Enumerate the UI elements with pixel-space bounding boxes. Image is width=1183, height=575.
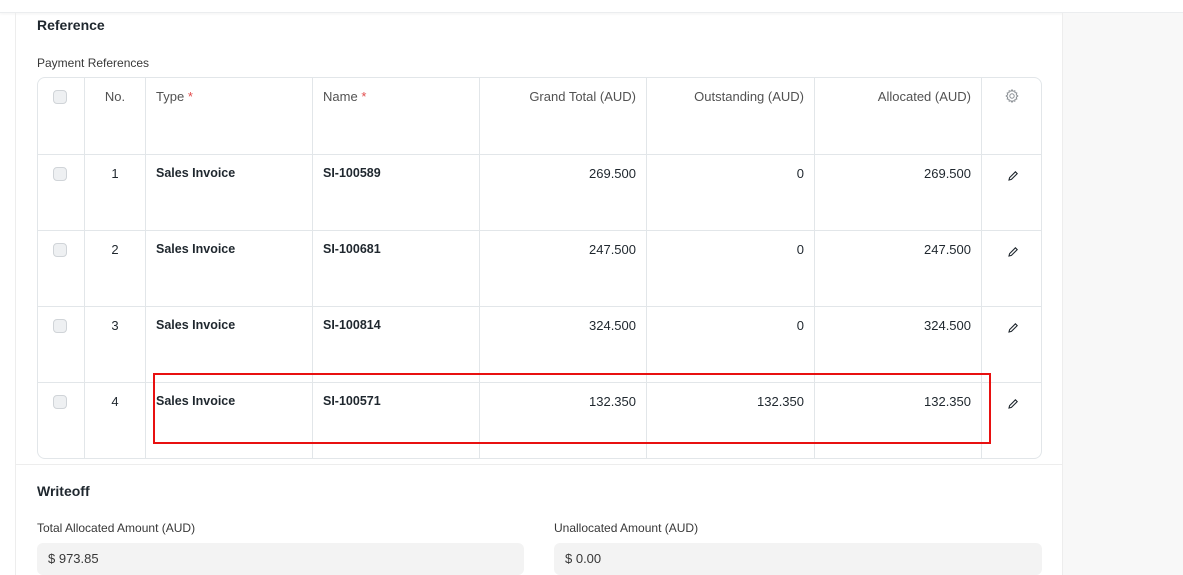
unallocated-label: Unallocated Amount (AUD) xyxy=(554,521,699,535)
row-allocated[interactable]: 132.350 xyxy=(814,383,981,458)
row-name[interactable]: SI-100571 xyxy=(312,383,479,458)
row-no: 3 xyxy=(84,307,145,382)
pencil-icon[interactable] xyxy=(1006,245,1020,259)
payment-references-label: Payment References xyxy=(37,56,150,70)
row-outstanding: 0 xyxy=(646,307,814,382)
table-row[interactable]: 3 Sales Invoice SI-100814 324.500 0 324.… xyxy=(38,306,1041,382)
pencil-icon[interactable] xyxy=(1006,169,1020,183)
row-name[interactable]: SI-100681 xyxy=(312,231,479,306)
header-outstanding: Outstanding (AUD) xyxy=(646,78,814,154)
row-allocated[interactable]: 269.500 xyxy=(814,155,981,230)
unallocated-field[interactable]: $ 0.00 xyxy=(554,543,1042,575)
row-type[interactable]: Sales Invoice xyxy=(145,307,312,382)
row-no: 4 xyxy=(84,383,145,458)
table-row[interactable]: 4 Sales Invoice SI-100571 132.350 132.35… xyxy=(38,382,1041,458)
payment-references-table: No. Type * Name * Grand Total (AUD) Outs… xyxy=(37,77,1042,459)
header-grand-total: Grand Total (AUD) xyxy=(479,78,646,154)
row-edit-cell xyxy=(981,307,1041,382)
row-checkbox[interactable] xyxy=(53,167,67,181)
row-no: 2 xyxy=(84,231,145,306)
row-edit-cell xyxy=(981,383,1041,458)
row-select-cell xyxy=(38,307,84,382)
row-checkbox[interactable] xyxy=(53,243,67,257)
row-type[interactable]: Sales Invoice xyxy=(145,231,312,306)
row-name[interactable]: SI-100814 xyxy=(312,307,479,382)
top-bar xyxy=(0,0,1183,13)
header-name: Name * xyxy=(312,78,479,154)
section-divider xyxy=(16,464,1062,465)
reference-section-title: Reference xyxy=(37,17,105,33)
row-outstanding: 0 xyxy=(646,231,814,306)
row-checkbox[interactable] xyxy=(53,395,67,409)
row-grand-total: 324.500 xyxy=(479,307,646,382)
row-checkbox[interactable] xyxy=(53,319,67,333)
row-grand-total: 247.500 xyxy=(479,231,646,306)
row-select-cell xyxy=(38,231,84,306)
header-name-label: Name xyxy=(323,89,358,104)
header-grand-total-label: Grand Total (AUD) xyxy=(529,89,636,104)
header-select-all-cell xyxy=(38,78,84,154)
select-all-checkbox[interactable] xyxy=(53,90,67,104)
header-outstanding-label: Outstanding (AUD) xyxy=(694,89,804,104)
header-type: Type * xyxy=(145,78,312,154)
total-allocated-label: Total Allocated Amount (AUD) xyxy=(37,521,196,535)
table-row[interactable]: 1 Sales Invoice SI-100589 269.500 0 269.… xyxy=(38,154,1041,230)
row-type[interactable]: Sales Invoice xyxy=(145,383,312,458)
row-grand-total: 269.500 xyxy=(479,155,646,230)
row-name[interactable]: SI-100589 xyxy=(312,155,479,230)
header-allocated-label: Allocated (AUD) xyxy=(877,89,971,104)
row-grand-total: 132.350 xyxy=(479,383,646,458)
header-no-label: No. xyxy=(104,89,126,104)
row-edit-cell xyxy=(981,155,1041,230)
pencil-icon[interactable] xyxy=(1006,321,1020,335)
gear-icon[interactable] xyxy=(1004,88,1020,104)
writeoff-section-title: Writeoff xyxy=(37,483,90,499)
row-no: 1 xyxy=(84,155,145,230)
left-border xyxy=(15,13,16,575)
header-allocated: Allocated (AUD) xyxy=(814,78,981,154)
row-select-cell xyxy=(38,155,84,230)
header-settings-cell xyxy=(981,78,1041,154)
total-allocated-field[interactable]: $ 973.85 xyxy=(37,543,524,575)
row-outstanding: 132.350 xyxy=(646,383,814,458)
pencil-icon[interactable] xyxy=(1006,397,1020,411)
table-header-row: No. Type * Name * Grand Total (AUD) Outs… xyxy=(38,78,1041,154)
table-row[interactable]: 2 Sales Invoice SI-100681 247.500 0 247.… xyxy=(38,230,1041,306)
row-type[interactable]: Sales Invoice xyxy=(145,155,312,230)
required-mark: * xyxy=(361,89,367,104)
header-no: No. xyxy=(84,78,145,154)
required-mark: * xyxy=(187,89,193,104)
row-allocated[interactable]: 247.500 xyxy=(814,231,981,306)
row-allocated[interactable]: 324.500 xyxy=(814,307,981,382)
right-sidebar-area xyxy=(1062,13,1183,575)
header-type-label: Type xyxy=(156,89,185,104)
row-select-cell xyxy=(38,383,84,458)
row-outstanding: 0 xyxy=(646,155,814,230)
row-edit-cell xyxy=(981,231,1041,306)
